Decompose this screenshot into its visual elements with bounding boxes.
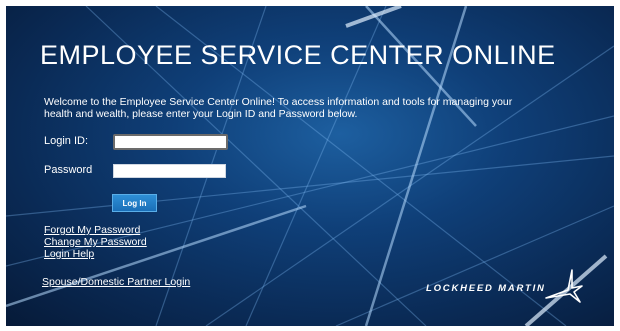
login-id-input[interactable] [113,134,228,150]
welcome-message: Welcome to the Employee Service Center O… [44,96,513,120]
lockheed-martin-logo: LOCKHEED MARTIN [426,268,596,306]
password-label: Password [44,164,93,176]
star-icon [545,269,583,303]
login-panel: EMPLOYEE SERVICE CENTER ONLINE Welcome t… [6,6,614,326]
change-password-link[interactable]: Change My Password [44,236,147,248]
login-id-label: Login ID: [44,135,89,147]
logo-wordmark: LOCKHEED MARTIN [426,283,546,294]
spouse-login-link[interactable]: Spouse/Domestic Partner Login [42,276,190,288]
login-button[interactable]: Log In [112,194,157,212]
page-title: EMPLOYEE SERVICE CENTER ONLINE [40,40,556,70]
password-input[interactable] [113,164,226,178]
login-help-link[interactable]: Login Help [44,248,94,260]
forgot-password-link[interactable]: Forgot My Password [44,224,140,236]
